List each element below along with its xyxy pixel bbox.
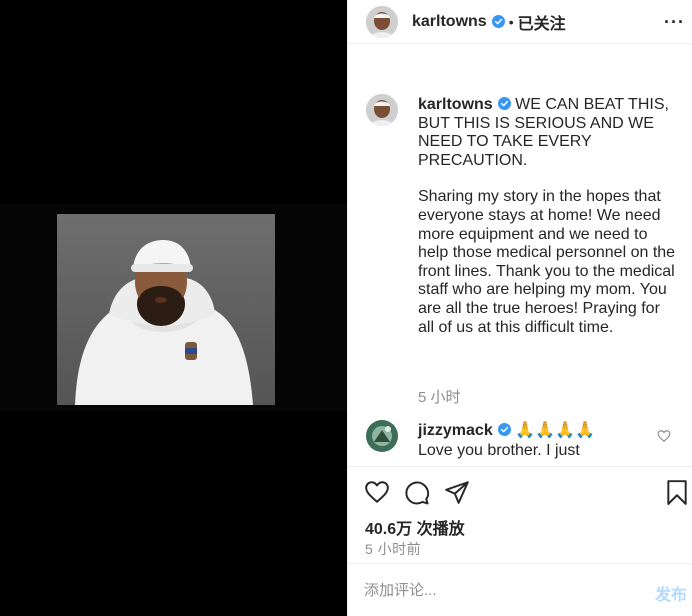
- action-icons: [364, 479, 470, 507]
- commenter-avatar[interactable]: [366, 420, 398, 452]
- author-username[interactable]: karltowns: [412, 13, 487, 31]
- bookmark-icon[interactable]: [664, 479, 690, 505]
- send-icon[interactable]: [444, 479, 470, 505]
- comment-body: Love you brother. I just: [418, 442, 580, 459]
- post-comment-button[interactable]: 发布: [655, 581, 687, 605]
- view-count[interactable]: 40.6万 次播放: [365, 515, 465, 539]
- post-timestamp[interactable]: 5 小时前: [365, 539, 421, 559]
- caption-body: Sharing my story in the hopes that every…: [418, 188, 676, 336]
- commenter-verified-badge-icon: [497, 423, 511, 436]
- post-header: karltowns • 已关注 ···: [348, 0, 692, 44]
- comment-emojis: 🙏🙏🙏🙏: [515, 422, 595, 439]
- verified-badge-icon: [491, 15, 505, 28]
- video-player[interactable]: [0, 0, 347, 616]
- post-details-panel: karltowns • 已关注 ··· karltowns WE CAN BEA…: [347, 0, 692, 616]
- instagram-post-viewer: karltowns • 已关注 ··· karltowns WE CAN BEA…: [0, 0, 692, 616]
- comment-item: jizzymack 🙏🙏🙏🙏 Love you brother. I just: [348, 420, 692, 460]
- comments-section[interactable]: karltowns WE CAN BEAT THIS, BUT THIS IS …: [348, 72, 692, 464]
- add-comment-input[interactable]: [364, 577, 624, 603]
- heart-icon[interactable]: [364, 479, 390, 505]
- caption-timestamp[interactable]: 5 小时: [418, 386, 461, 407]
- caption-author-avatar[interactable]: [366, 94, 398, 126]
- more-options-button[interactable]: ···: [664, 12, 685, 33]
- caption-verified-badge-icon: [497, 97, 511, 110]
- like-comment-heart-icon[interactable]: [657, 429, 671, 443]
- follow-status-button[interactable]: 已关注: [518, 10, 566, 34]
- video-person-image: [57, 214, 275, 405]
- comment-text: jizzymack 🙏🙏🙏🙏 Love you brother. I just: [418, 421, 658, 461]
- author-avatar[interactable]: [366, 5, 398, 38]
- comment-icon[interactable]: [404, 479, 430, 505]
- caption-username[interactable]: karltowns: [418, 96, 493, 113]
- add-comment-bar: 发布: [348, 563, 692, 616]
- caption-text: karltowns WE CAN BEAT THIS, BUT THIS IS …: [418, 96, 680, 337]
- header-separator: •: [508, 13, 514, 30]
- commenter-username[interactable]: jizzymack: [418, 422, 493, 439]
